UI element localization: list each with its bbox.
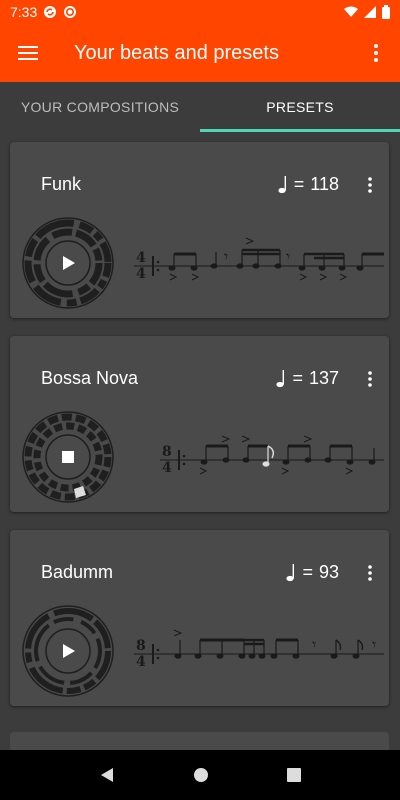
quarter-note-icon (276, 369, 285, 387)
tempo-value: 137 (308, 368, 339, 388)
quarter-note-icon (286, 563, 295, 581)
system-nav-bar (0, 750, 400, 800)
back-icon[interactable] (99, 767, 115, 783)
stop-icon (62, 451, 74, 463)
sync-icon (44, 6, 57, 18)
signal-icon (364, 6, 376, 18)
tempo-value: 93 (318, 562, 339, 582)
svg-text:𝄾: 𝄾 (312, 635, 316, 654)
tab-your-compositions[interactable]: YOUR COMPOSITIONS (0, 82, 200, 132)
more-vert-icon (368, 565, 372, 581)
preset-card-badumm[interactable]: Badumm = 93 8 4 𝄾 𝄾 (10, 530, 389, 706)
preset-card-partial[interactable] (10, 732, 389, 750)
quarter-note-icon (278, 175, 286, 193)
time-sig-top: 4 (136, 250, 146, 266)
more-vert-icon (368, 177, 372, 193)
tempo-value: 118 (310, 174, 339, 194)
tempo-display: = 137 (276, 368, 339, 389)
preset-name: Bossa Nova (41, 368, 139, 388)
menu-button[interactable] (0, 24, 56, 82)
status-bar: 7:33 (0, 0, 400, 24)
svg-text:𝄾: 𝄾 (224, 247, 228, 266)
rhythm-notation: 4 4 𝄾 𝄾 (134, 237, 384, 282)
card-more-button[interactable] (363, 172, 377, 198)
more-vert-icon (374, 44, 378, 62)
preset-card-bossa-nova[interactable]: Bossa Nova = 137 8 4 (10, 336, 389, 512)
time-sig-top: 8 (162, 444, 172, 460)
preset-name: Badumm (41, 562, 114, 582)
svg-text:𝄾: 𝄾 (372, 635, 376, 654)
beat-circle[interactable] (21, 604, 115, 698)
tab-bar: YOUR COMPOSITIONS PRESETS (0, 82, 400, 132)
more-vert-icon (368, 371, 372, 387)
overflow-menu-button[interactable] (352, 24, 400, 82)
battery-icon (382, 5, 390, 19)
time-sig-bottom: 4 (136, 266, 146, 282)
presets-list: Funk = 118 4 4 𝄾 𝄾 Bossa Nova = 137 8 4 … (0, 132, 400, 750)
tempo-prefix: = (302, 562, 313, 582)
tempo-display: = 118 (278, 174, 339, 195)
time-sig-bottom: 4 (162, 460, 172, 476)
tempo-prefix: = (292, 368, 303, 388)
preset-card-funk[interactable]: Funk = 118 4 4 𝄾 𝄾 (10, 142, 389, 318)
wifi-icon (344, 6, 358, 17)
app-bar: Your beats and presets (0, 24, 400, 82)
tempo-display: = 93 (286, 562, 339, 583)
tab-presets[interactable]: PRESETS (200, 82, 400, 132)
svg-text:𝄾: 𝄾 (286, 247, 290, 266)
rhythm-notation: 8 4 (160, 435, 384, 476)
tempo-prefix: = (293, 174, 305, 194)
beat-circle[interactable] (21, 410, 115, 504)
status-time: 7:33 (10, 4, 38, 20)
block-icon (64, 6, 77, 18)
beat-circle[interactable] (21, 216, 115, 310)
time-sig-top: 8 (136, 638, 146, 654)
card-more-button[interactable] (363, 366, 377, 392)
card-more-button[interactable] (363, 560, 377, 586)
preset-name: Funk (41, 174, 82, 194)
hamburger-icon (18, 46, 38, 60)
home-icon[interactable] (193, 767, 209, 783)
page-title: Your beats and presets (74, 41, 279, 64)
time-sig-bottom: 4 (136, 654, 146, 670)
recents-icon[interactable] (287, 768, 301, 782)
rhythm-notation: 8 4 𝄾 𝄾 (134, 629, 384, 670)
